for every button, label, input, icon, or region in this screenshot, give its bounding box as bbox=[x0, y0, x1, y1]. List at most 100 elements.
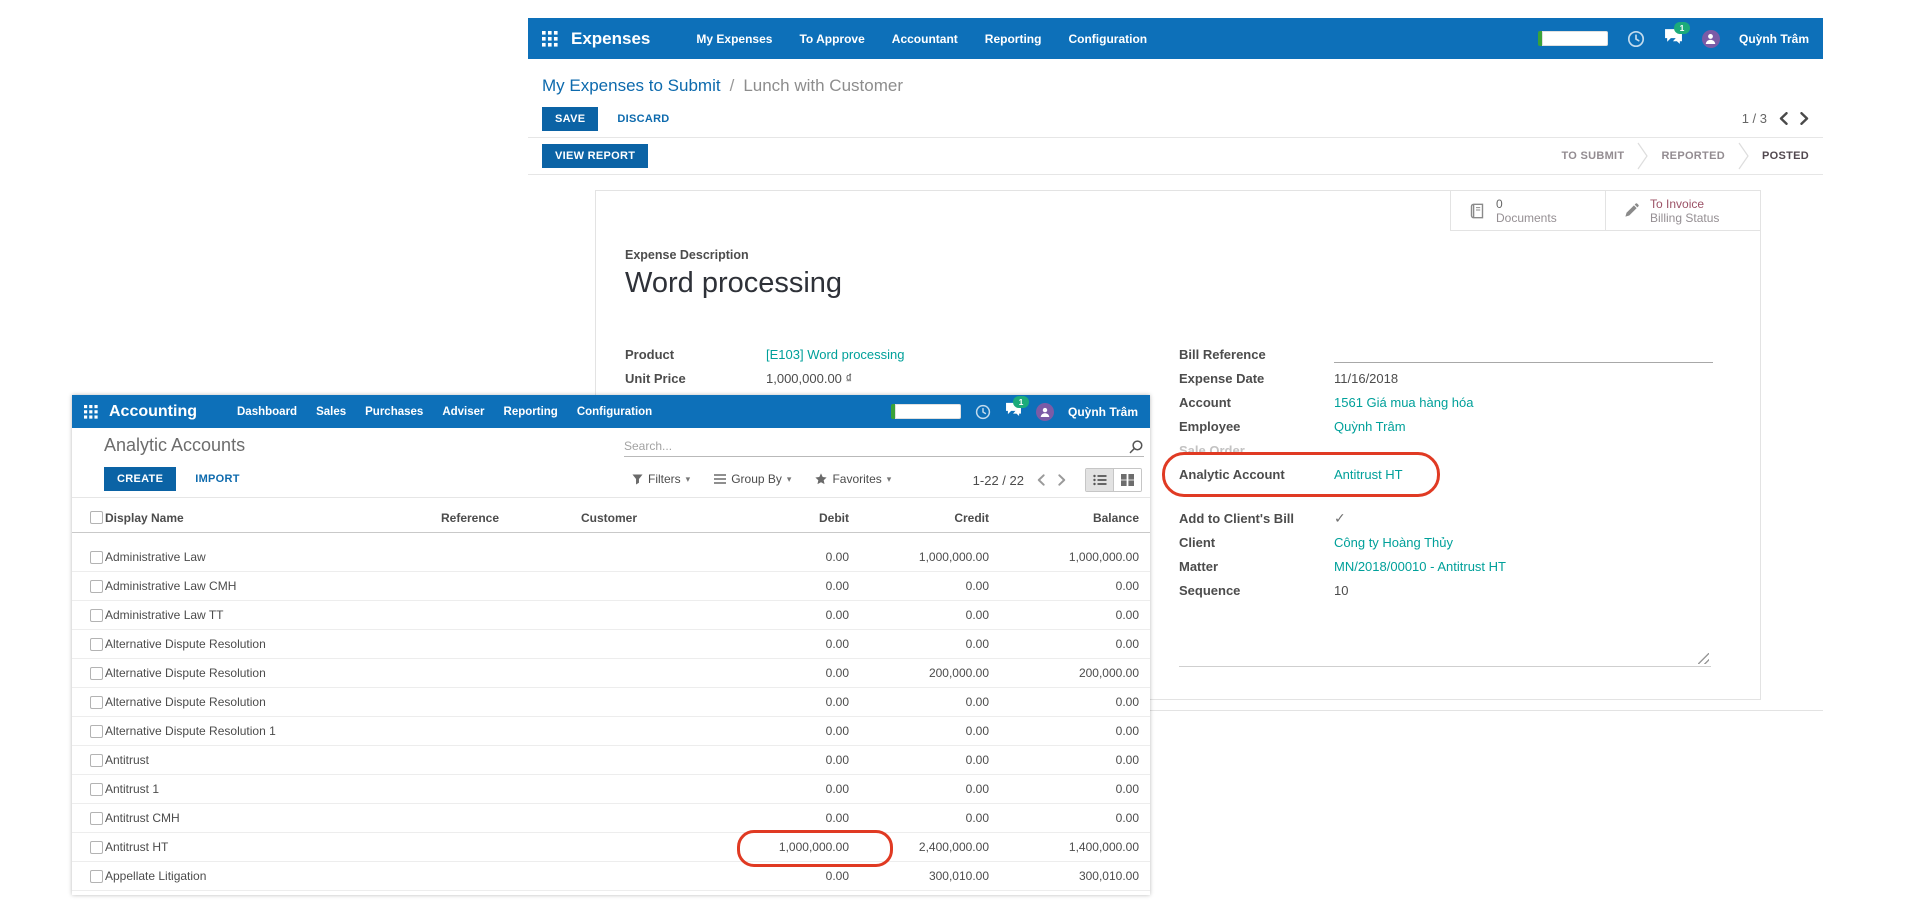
row-checkbox[interactable] bbox=[90, 580, 103, 593]
table-row-antitrust-ht[interactable]: Antitrust HT1,000,000.002,400,000.001,40… bbox=[72, 833, 1150, 862]
resize-grip-icon[interactable] bbox=[1698, 653, 1709, 664]
menu-item-reporting[interactable]: Reporting bbox=[504, 406, 558, 418]
search-input[interactable] bbox=[624, 439, 1123, 453]
field-input-underline[interactable] bbox=[1334, 346, 1713, 363]
user-name[interactable]: Quỳnh Trâm bbox=[1068, 405, 1138, 419]
row-checkbox[interactable] bbox=[90, 696, 103, 709]
checkmark-icon[interactable]: ✓ bbox=[1334, 510, 1346, 527]
table-row-alternative-dispute-resolution[interactable]: Alternative Dispute Resolution0.000.000.… bbox=[72, 688, 1150, 717]
row-checkbox[interactable] bbox=[90, 667, 103, 680]
pager-previous-icon[interactable] bbox=[1037, 474, 1045, 486]
view-switcher bbox=[1085, 468, 1142, 492]
row-checkbox[interactable] bbox=[90, 812, 103, 825]
stat-button-documents[interactable]: 0Documents bbox=[1450, 191, 1605, 231]
user-name[interactable]: Quỳnh Trâm bbox=[1739, 32, 1809, 46]
table-row-alternative-dispute-resolution[interactable]: Alternative Dispute Resolution0.00200,00… bbox=[72, 659, 1150, 688]
messages-icon[interactable]: 1 bbox=[1664, 28, 1683, 49]
column-header-display-name[interactable]: Display Name bbox=[105, 511, 441, 525]
field-value-link[interactable]: Công ty Hoàng Thủy bbox=[1334, 535, 1453, 550]
menu-item-configuration[interactable]: Configuration bbox=[577, 406, 652, 418]
user-avatar[interactable] bbox=[1702, 30, 1720, 48]
column-header-debit[interactable]: Debit bbox=[729, 511, 849, 525]
expense-title[interactable]: Word processing bbox=[625, 267, 842, 300]
menu-item-adviser[interactable]: Adviser bbox=[442, 406, 484, 418]
field-value-link[interactable]: Quỳnh Trâm bbox=[1334, 419, 1406, 434]
cell-balance: 1,000,000.00 bbox=[989, 550, 1139, 564]
table-row-antitrust[interactable]: Antitrust0.000.000.00 bbox=[72, 746, 1150, 775]
row-checkbox[interactable] bbox=[90, 870, 103, 883]
field-value-link[interactable]: 1561 Giá mua hàng hóa bbox=[1334, 395, 1474, 410]
clock-icon[interactable] bbox=[975, 404, 991, 420]
status-step-to-submit[interactable]: TO SUBMIT bbox=[1561, 150, 1624, 162]
stat-button-billing-status[interactable]: To InvoiceBilling Status bbox=[1605, 191, 1760, 231]
table-row-administrative-law-cmh[interactable]: Administrative Law CMH0.000.000.00 bbox=[72, 572, 1150, 601]
row-checkbox[interactable] bbox=[90, 725, 103, 738]
pager-next-icon[interactable] bbox=[1058, 474, 1066, 486]
row-checkbox[interactable] bbox=[90, 841, 103, 854]
import-button[interactable]: IMPORT bbox=[195, 473, 240, 485]
column-header-customer[interactable]: Customer bbox=[581, 511, 729, 525]
menu-item-configuration[interactable]: Configuration bbox=[1068, 32, 1147, 46]
table-row-alternative-dispute-resolution-1[interactable]: Alternative Dispute Resolution 10.000.00… bbox=[72, 717, 1150, 746]
view-report-button[interactable]: VIEW REPORT bbox=[542, 144, 648, 168]
row-checkbox[interactable] bbox=[90, 754, 103, 767]
kanban-view-button[interactable] bbox=[1113, 469, 1141, 491]
menu-item-reporting[interactable]: Reporting bbox=[985, 32, 1042, 46]
field-value[interactable]: 11/16/2018 bbox=[1334, 371, 1398, 386]
timer-widget[interactable] bbox=[1538, 31, 1608, 46]
clock-icon[interactable] bbox=[1627, 30, 1645, 48]
table-row-alternative-dispute-resolution[interactable]: Alternative Dispute Resolution0.000.000.… bbox=[72, 630, 1150, 659]
filterbar-favorites[interactable]: Favorites▾ bbox=[815, 472, 891, 486]
create-button[interactable]: CREATE bbox=[104, 467, 176, 491]
row-checkbox[interactable] bbox=[90, 783, 103, 796]
column-header-balance[interactable]: Balance bbox=[989, 511, 1139, 525]
list-view-button[interactable] bbox=[1086, 469, 1113, 491]
cell-balance: 0.00 bbox=[989, 579, 1139, 593]
menu-item-my-expenses[interactable]: My Expenses bbox=[696, 32, 772, 46]
timer-widget[interactable] bbox=[891, 404, 961, 419]
app-title[interactable]: Expenses bbox=[571, 29, 650, 49]
statusbar: VIEW REPORT TO SUBMIT REPORTED POSTED bbox=[528, 137, 1823, 175]
table-row-administrative-law-tt[interactable]: Administrative Law TT0.000.000.00 bbox=[72, 601, 1150, 630]
row-checkbox[interactable] bbox=[90, 609, 103, 622]
accounting-systray: 1 Quỳnh Trâm bbox=[891, 402, 1138, 421]
menu-item-purchases[interactable]: Purchases bbox=[365, 406, 423, 418]
table-row-antitrust-1[interactable]: Antitrust 10.000.000.00 bbox=[72, 775, 1150, 804]
menu-item-to-approve[interactable]: To Approve bbox=[799, 32, 864, 46]
menu-item-sales[interactable]: Sales bbox=[316, 406, 346, 418]
filterbar-group-by[interactable]: Group By▾ bbox=[714, 472, 791, 486]
save-button[interactable]: SAVE bbox=[542, 107, 598, 131]
search-icon[interactable] bbox=[1129, 439, 1144, 454]
breadcrumb-parent[interactable]: My Expenses to Submit bbox=[542, 76, 721, 96]
apps-grid-icon[interactable] bbox=[84, 405, 98, 419]
pager-next-icon[interactable] bbox=[1800, 112, 1809, 125]
user-avatar[interactable] bbox=[1036, 403, 1054, 421]
messages-icon[interactable]: 1 bbox=[1005, 402, 1022, 421]
pager-previous-icon[interactable] bbox=[1779, 112, 1788, 125]
column-header-credit[interactable]: Credit bbox=[849, 511, 989, 525]
field-value-link[interactable]: [E103] Word processing bbox=[766, 347, 905, 362]
field-value-link[interactable]: MN/2018/00010 - Antitrust HT bbox=[1334, 559, 1506, 574]
table-row-antitrust-cmh[interactable]: Antitrust CMH0.000.000.00 bbox=[72, 804, 1150, 833]
column-header-reference[interactable]: Reference bbox=[441, 511, 581, 525]
select-all-checkbox[interactable] bbox=[90, 511, 103, 524]
pager-value: 1 / 3 bbox=[1742, 111, 1767, 126]
field-value-link[interactable]: Antitrust HT bbox=[1334, 467, 1403, 482]
table-row-administrative-law[interactable]: Administrative Law0.001,000,000.001,000,… bbox=[72, 543, 1150, 572]
status-step-posted[interactable]: POSTED bbox=[1762, 150, 1809, 162]
status-step-reported[interactable]: REPORTED bbox=[1661, 150, 1725, 162]
field-value[interactable]: 1,000,000.00 ₫ bbox=[766, 371, 852, 386]
menu-item-dashboard[interactable]: Dashboard bbox=[237, 406, 297, 418]
apps-grid-icon[interactable] bbox=[542, 31, 558, 47]
field-sale-order: Sale Order bbox=[1179, 438, 1713, 462]
filterbar-filters[interactable]: Filters▾ bbox=[632, 472, 690, 486]
discard-button[interactable]: DISCARD bbox=[617, 113, 669, 125]
menu-item-accountant[interactable]: Accountant bbox=[892, 32, 958, 46]
field-label: Product bbox=[625, 347, 766, 362]
row-checkbox[interactable] bbox=[90, 551, 103, 564]
field-value[interactable]: 10 bbox=[1334, 583, 1348, 598]
table-row-appellate-litigation[interactable]: Appellate Litigation0.00300,010.00300,01… bbox=[72, 862, 1150, 891]
app-title[interactable]: Accounting bbox=[109, 403, 197, 421]
row-checkbox[interactable] bbox=[90, 638, 103, 651]
notes-field[interactable] bbox=[1179, 651, 1711, 667]
